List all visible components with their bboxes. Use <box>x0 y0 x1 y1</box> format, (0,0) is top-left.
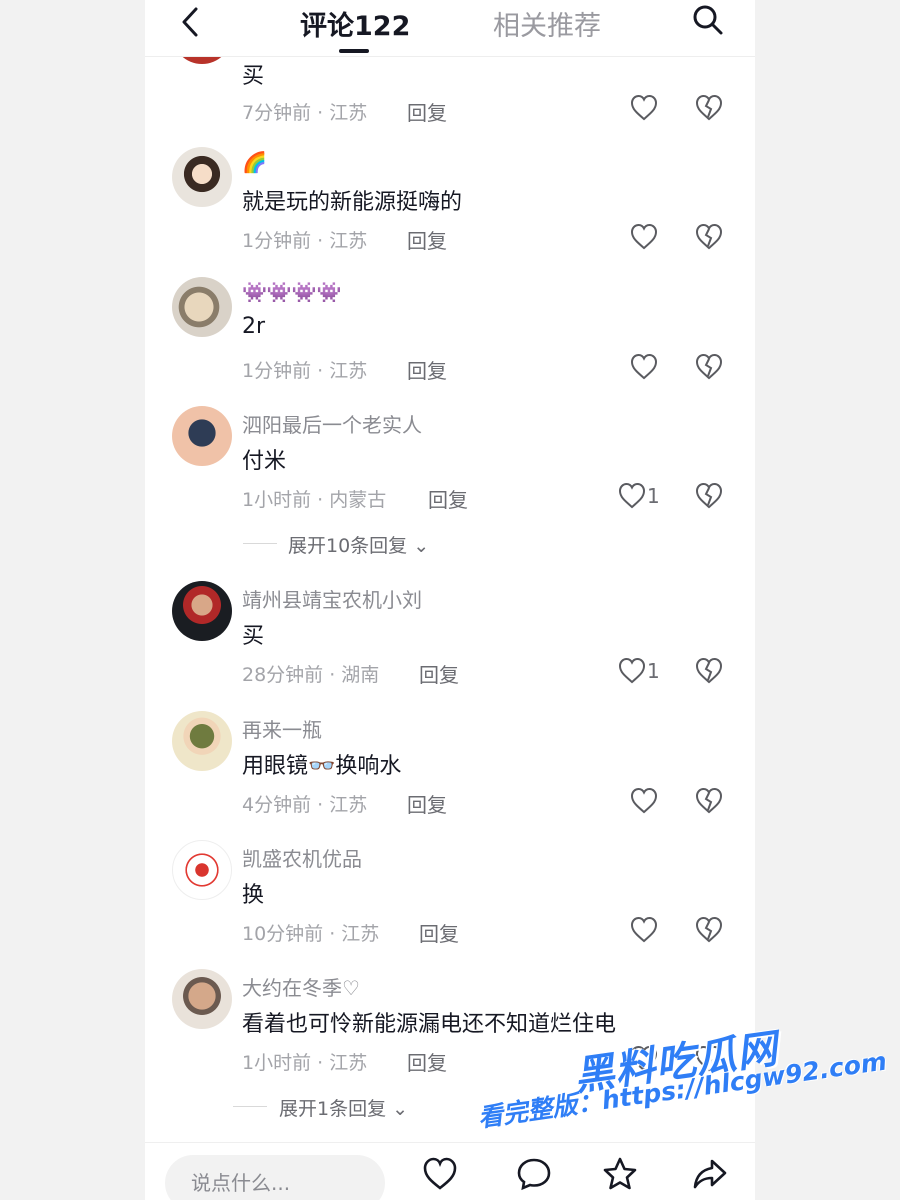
comment-icon[interactable] <box>515 1155 553 1193</box>
heart-icon[interactable] <box>617 481 647 511</box>
comment-time-location: 1小时前 · 内蒙古 <box>242 489 387 511</box>
broken-heart-icon[interactable] <box>694 786 724 816</box>
heart-icon[interactable] <box>629 786 659 816</box>
star-icon[interactable] <box>601 1155 639 1193</box>
comment-panel: 买 7分钟前 · 江苏 回复 🌈 就是玩的新能源挺嗨的 1分钟前 · 江苏 回复… <box>145 0 755 1200</box>
comment-item: 再来一瓶 用眼镜👓换响水 4分钟前 · 江苏 回复 <box>145 710 755 838</box>
bottom-bar: 说点什么... <box>145 1142 755 1200</box>
avatar[interactable] <box>172 711 232 771</box>
reply-button[interactable]: 回复 <box>428 484 468 513</box>
reply-button[interactable]: 回复 <box>407 1047 447 1076</box>
heart-icon[interactable] <box>421 1155 459 1193</box>
username[interactable]: 再来一瓶 <box>242 714 322 743</box>
username[interactable]: 👾👾👾👾 <box>242 280 342 304</box>
comment-input[interactable]: 说点什么... <box>165 1155 385 1200</box>
comment-input-placeholder: 说点什么... <box>191 1171 291 1195</box>
reply-button[interactable]: 回复 <box>407 355 447 384</box>
avatar[interactable] <box>172 147 232 207</box>
comment-time-location: 10分钟前 · 江苏 <box>242 923 380 945</box>
comment-item: 靖州县靖宝农机小刘 买 28分钟前 · 湖南 回复 1 <box>145 580 755 708</box>
comment-time-location: 1小时前 · 江苏 <box>242 1052 368 1074</box>
avatar[interactable] <box>172 969 232 1029</box>
search-icon[interactable] <box>690 2 726 38</box>
reply-button[interactable]: 回复 <box>419 918 459 947</box>
heart-icon[interactable] <box>629 915 659 945</box>
reply-button[interactable]: 回复 <box>419 659 459 688</box>
broken-heart-icon[interactable] <box>694 222 724 252</box>
chevron-down-icon: ⌄ <box>413 535 430 557</box>
broken-heart-icon[interactable] <box>694 915 724 945</box>
divider <box>233 1106 267 1107</box>
broken-heart-icon[interactable] <box>694 352 724 382</box>
right-background <box>755 0 900 1200</box>
heart-icon[interactable] <box>629 352 659 382</box>
share-icon[interactable] <box>691 1155 729 1193</box>
tab-related[interactable]: 相关推荐 <box>493 4 601 43</box>
username[interactable]: 靖州县靖宝农机小刘 <box>242 584 422 613</box>
avatar[interactable] <box>172 406 232 466</box>
expand-replies-button[interactable]: 展开1条回复 ⌄ <box>279 1094 408 1121</box>
tab-comments[interactable]: 评论122 <box>300 4 410 43</box>
avatar[interactable] <box>172 581 232 641</box>
broken-heart-icon[interactable] <box>694 656 724 686</box>
comment-text: 2r <box>242 314 266 339</box>
chevron-down-icon: ⌄ <box>392 1098 409 1120</box>
comment-time-location: 28分钟前 · 湖南 <box>242 664 380 686</box>
expand-label: 展开10条回复 <box>288 535 408 557</box>
comment-item: 凯盛农机优品 换 10分钟前 · 江苏 回复 <box>145 839 755 967</box>
username[interactable]: 大约在冬季♡ <box>242 972 360 1001</box>
comment-text: 看着也可怜新能源漏电还不知道烂住电 <box>242 1012 617 1037</box>
comment-time-location: 1分钟前 · 江苏 <box>242 230 368 252</box>
like-count: 1 <box>647 659 660 683</box>
reply-button[interactable]: 回复 <box>407 789 447 818</box>
comment-time-location: 4分钟前 · 江苏 <box>242 794 368 816</box>
avatar[interactable] <box>172 277 232 337</box>
divider <box>243 543 277 544</box>
comment-time-location: 1分钟前 · 江苏 <box>242 360 368 382</box>
comment-time-location: 7分钟前 · 江苏 <box>242 102 368 124</box>
expand-label: 展开1条回复 <box>279 1098 387 1120</box>
comment-text: 就是玩的新能源挺嗨的 <box>242 190 463 215</box>
active-tab-indicator <box>339 49 369 53</box>
comment-text: 买 <box>242 64 265 89</box>
comment-text: 付米 <box>242 449 287 474</box>
comment-item: 泗阳最后一个老实人 付米 1小时前 · 内蒙古 回复 1 展开10条回复 ⌄ <box>145 405 755 557</box>
comment-text: 买 <box>242 624 265 649</box>
reply-button[interactable]: 回复 <box>407 97 447 126</box>
comment-item: 🌈 就是玩的新能源挺嗨的 1分钟前 · 江苏 回复 <box>145 146 755 274</box>
left-background <box>0 0 145 1200</box>
comment-text: 用眼镜👓换响水 <box>242 754 402 779</box>
username[interactable]: 凯盛农机优品 <box>242 843 362 872</box>
like-count: 1 <box>647 484 660 508</box>
heart-icon[interactable] <box>617 656 647 686</box>
username[interactable]: 泗阳最后一个老实人 <box>242 409 422 438</box>
expand-replies-button[interactable]: 展开10条回复 ⌄ <box>288 531 429 558</box>
heart-icon[interactable] <box>629 93 659 123</box>
broken-heart-icon[interactable] <box>694 481 724 511</box>
top-bar: 评论122 相关推荐 <box>145 0 755 57</box>
heart-icon[interactable] <box>629 222 659 252</box>
avatar[interactable] <box>172 840 232 900</box>
broken-heart-icon[interactable] <box>694 93 724 123</box>
username[interactable]: 🌈 <box>242 150 267 174</box>
comment-item: 👾👾👾👾 2r 1分钟前 · 江苏 回复 <box>145 276 755 404</box>
reply-button[interactable]: 回复 <box>407 225 447 254</box>
chevron-left-icon[interactable] <box>173 4 209 40</box>
comment-text: 换 <box>242 883 265 908</box>
